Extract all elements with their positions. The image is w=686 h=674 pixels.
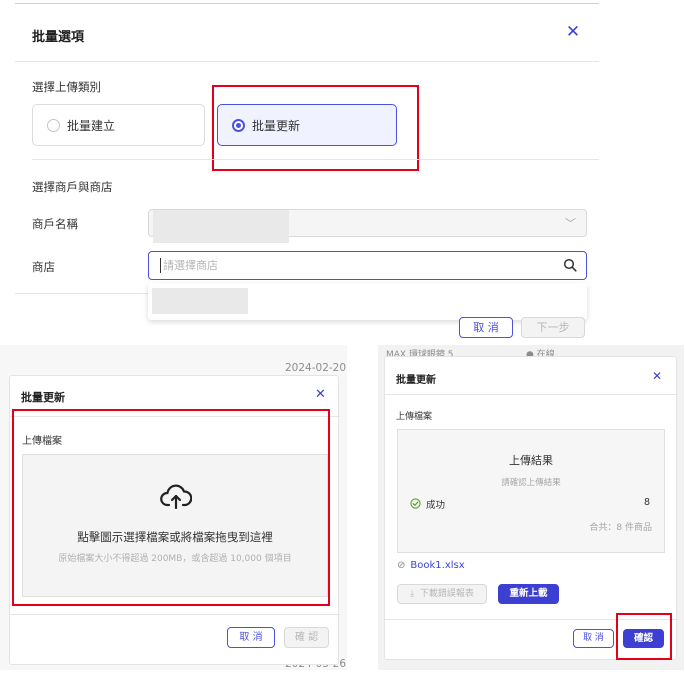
batch-update-result-dialog: 批量更新 ✕ 上傳檔案 上傳結果 請確認上傳結果 成功 8 合共：8 件商品 ⊘… bbox=[384, 356, 678, 660]
dialog-title: 批量更新 bbox=[396, 375, 436, 386]
confirm-button[interactable]: 確 認 bbox=[284, 627, 329, 648]
header-divider bbox=[15, 61, 599, 62]
download-error-report-button[interactable]: ⤓ 下載錯誤報表 bbox=[397, 584, 487, 604]
close-icon[interactable]: ✕ bbox=[563, 20, 583, 44]
uploaded-file-link[interactable]: ⊘ Book1.xlsx bbox=[397, 560, 465, 571]
upload-file-label: 上傳檔案 bbox=[22, 436, 62, 447]
check-circle-icon bbox=[410, 498, 421, 509]
merchant-select[interactable]: ﹀ bbox=[148, 209, 587, 243]
radio-label: 批量建立 bbox=[67, 119, 116, 133]
close-icon[interactable]: ✕ bbox=[652, 369, 662, 383]
upload-result-panel: 上傳結果 請確認上傳結果 成功 8 合共：8 件商品 bbox=[397, 429, 665, 553]
download-icon: ⤓ bbox=[410, 589, 415, 599]
success-label: 成功 bbox=[426, 500, 446, 511]
dropzone-hint: 原始檔案大小不得超過 200MB，或含超過 10,000 個項目 bbox=[58, 554, 292, 564]
upload-file-label: 上傳檔案 bbox=[396, 412, 433, 422]
footer-divider bbox=[15, 293, 148, 294]
cancel-button[interactable]: 取 消 bbox=[573, 629, 614, 648]
search-icon[interactable] bbox=[563, 258, 577, 272]
dialog-title: 批量更新 bbox=[21, 391, 65, 404]
dropdown-option-redacted[interactable] bbox=[152, 288, 248, 314]
dialog-top-border bbox=[15, 3, 599, 4]
background-date: 2024-02-20 bbox=[285, 362, 347, 374]
footer-divider bbox=[385, 619, 678, 620]
radio-batch-create[interactable]: 批量建立 bbox=[32, 104, 205, 146]
confirm-button[interactable]: 確認 bbox=[623, 629, 664, 648]
cancel-button[interactable]: 取 消 bbox=[459, 317, 513, 338]
upload-type-label: 選擇上傳類別 bbox=[32, 80, 101, 94]
total-text: 合共：8 件商品 bbox=[589, 523, 652, 533]
reupload-button[interactable]: 重新上載 bbox=[498, 584, 559, 604]
section-divider bbox=[32, 159, 599, 160]
store-label: 商店 bbox=[32, 260, 55, 274]
radio-batch-update[interactable]: 批量更新 bbox=[217, 104, 397, 146]
radio-circle-icon bbox=[47, 119, 60, 132]
redacted-value bbox=[153, 210, 289, 243]
store-search-input[interactable] bbox=[163, 255, 543, 275]
file-name: Book1.xlsx bbox=[410, 560, 465, 571]
header-divider bbox=[10, 416, 340, 417]
chevron-down-icon: ﹀ bbox=[565, 217, 576, 230]
cloud-upload-icon[interactable] bbox=[160, 483, 192, 509]
dropzone-text: 點擊圖示選擇檔案或將檔案拖曳到這裡 bbox=[77, 530, 273, 544]
download-error-label: 下載錯誤報表 bbox=[419, 589, 474, 599]
next-button[interactable]: 下一步 bbox=[521, 317, 585, 338]
success-count: 8 bbox=[643, 497, 650, 508]
store-search-field[interactable] bbox=[148, 251, 587, 280]
radio-selected-icon bbox=[232, 119, 245, 132]
batch-update-upload-dialog: 批量更新 ✕ 上傳檔案 點擊圖示選擇檔案或將檔案拖曳到這裡 原始檔案大小不得超過… bbox=[9, 375, 340, 665]
result-subtitle: 請確認上傳結果 bbox=[501, 478, 561, 488]
file-dropzone[interactable]: 點擊圖示選擇檔案或將檔案拖曳到這裡 原始檔案大小不得超過 200MB，或含超過 … bbox=[22, 454, 328, 597]
merchant-name-label: 商戶名稱 bbox=[32, 217, 78, 231]
text-caret bbox=[160, 258, 161, 273]
close-icon[interactable]: ✕ bbox=[315, 387, 326, 402]
paperclip-icon: ⊘ bbox=[397, 560, 406, 571]
radio-label: 批量更新 bbox=[252, 119, 301, 133]
cancel-button[interactable]: 取 消 bbox=[227, 627, 275, 648]
merchant-store-label: 選擇商戶與商店 bbox=[32, 180, 113, 194]
batch-options-dialog: 批量選項 ✕ 選擇上傳類別 批量建立 批量更新 選擇商戶與商店 商戶名稱 ﹀ 商… bbox=[15, 0, 599, 340]
footer-divider bbox=[10, 614, 340, 615]
dialog-title: 批量選項 bbox=[32, 30, 85, 45]
store-dropdown bbox=[148, 283, 587, 320]
header-divider bbox=[385, 394, 678, 395]
result-title: 上傳結果 bbox=[509, 454, 553, 467]
